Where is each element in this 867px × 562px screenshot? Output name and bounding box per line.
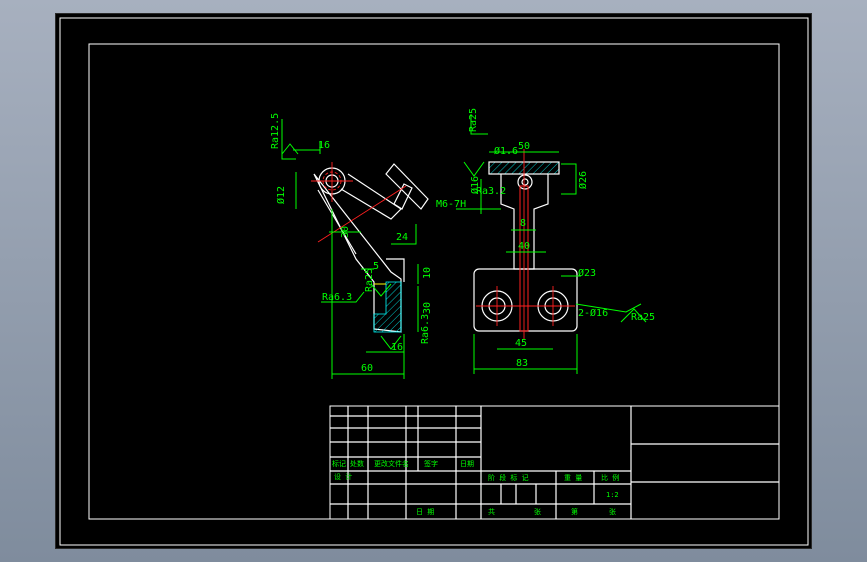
title-block-change-doc: 更改文件名 bbox=[374, 459, 409, 468]
dim-8: 8 bbox=[520, 218, 526, 229]
dim-30-right: 30 bbox=[422, 302, 433, 314]
drawing-sheet[interactable]: 16 Ø12 Ra12.5 30 24 5 10 30 16 60 Ra6.3 … bbox=[55, 13, 812, 549]
front-view-bolt-hole bbox=[521, 178, 529, 186]
title-block-sheets-1: 张 bbox=[534, 507, 541, 516]
roughness-top: Ra12.5 bbox=[270, 113, 281, 149]
roughness-bottom: Ra6.3 bbox=[420, 314, 431, 344]
dim-45: 45 bbox=[515, 338, 527, 349]
dim-phi26: Ø26 bbox=[577, 171, 589, 189]
dim-m6: M6-7H bbox=[436, 199, 466, 210]
dim-83: 83 bbox=[516, 358, 528, 369]
dim-16-top: 16 bbox=[318, 140, 330, 151]
side-view-hatch-section bbox=[373, 281, 402, 333]
title-block-count: 处数 bbox=[350, 459, 364, 468]
front-view-base bbox=[473, 268, 578, 332]
dim-phi12: Ø12 bbox=[275, 186, 287, 204]
dim-30: 30 bbox=[340, 226, 351, 238]
title-block-sign: 签字 bbox=[424, 459, 438, 468]
cad-drawing: 16 Ø12 Ra12.5 30 24 5 10 30 16 60 Ra6.3 … bbox=[59, 17, 809, 546]
dim-24: 24 bbox=[396, 232, 408, 243]
roughness-mid: Ra25 bbox=[364, 268, 375, 292]
dim-phi16-small: Ø1.6 bbox=[494, 145, 518, 157]
cad-viewport[interactable]: 16 Ø12 Ra12.5 30 24 5 10 30 16 60 Ra6.3 … bbox=[0, 0, 867, 562]
roughness-top-leader bbox=[281, 119, 296, 160]
roughness-top-front-symbol bbox=[463, 161, 485, 177]
dim-phi26-line bbox=[561, 163, 577, 195]
title-block-date-bottom: 日 期 bbox=[416, 508, 434, 516]
title-block-design: 设 计 bbox=[334, 472, 352, 481]
roughness-right: Ra25 bbox=[631, 312, 655, 323]
dim-10: 10 bbox=[422, 267, 433, 279]
title-block-scale-value: 1:2 bbox=[606, 491, 619, 499]
title-block-weight: 重 量 bbox=[564, 474, 582, 482]
dim-phi23: Ø23 bbox=[578, 267, 596, 279]
dim-50: 50 bbox=[518, 141, 530, 152]
roughness-left-small: Ra3.2 bbox=[476, 186, 506, 197]
title-block-date: 日期 bbox=[460, 460, 474, 468]
title-block-number: 第 bbox=[571, 507, 578, 516]
roughness-left: Ra6.3 bbox=[322, 292, 352, 303]
dim-16-bottom: 16 bbox=[391, 342, 403, 353]
side-view-arm-edge bbox=[317, 189, 357, 255]
title-block-total: 共 bbox=[488, 507, 495, 516]
title-block-sheets-2: 张 bbox=[609, 507, 616, 516]
title-block-scale-label: 比 例 bbox=[601, 473, 619, 482]
inner-border bbox=[88, 43, 780, 520]
side-view: 16 Ø12 Ra12.5 30 24 5 10 30 16 60 Ra6.3 … bbox=[270, 113, 433, 379]
front-view: 50 Ø1.6 Ø26 8 40 45 83 Ø23 2-Ø16 Ra25 M6… bbox=[436, 108, 655, 374]
roughness-top-symbol bbox=[281, 143, 299, 155]
dim-40: 40 bbox=[518, 241, 530, 252]
dim-60: 60 bbox=[361, 363, 373, 374]
title-block: 标记 处数 更改文件名 签字 日期 设 计 阶 段 标 记 重 量 比 例 1:… bbox=[329, 405, 780, 520]
roughness-top-front: Ra25 bbox=[468, 108, 479, 132]
title-block-stage-mark: 阶 段 标 记 bbox=[488, 473, 529, 482]
t-handle-bar bbox=[385, 163, 429, 210]
dim-2phi16: 2-Ø16 bbox=[578, 307, 608, 319]
title-block-mark: 标记 bbox=[332, 459, 346, 468]
